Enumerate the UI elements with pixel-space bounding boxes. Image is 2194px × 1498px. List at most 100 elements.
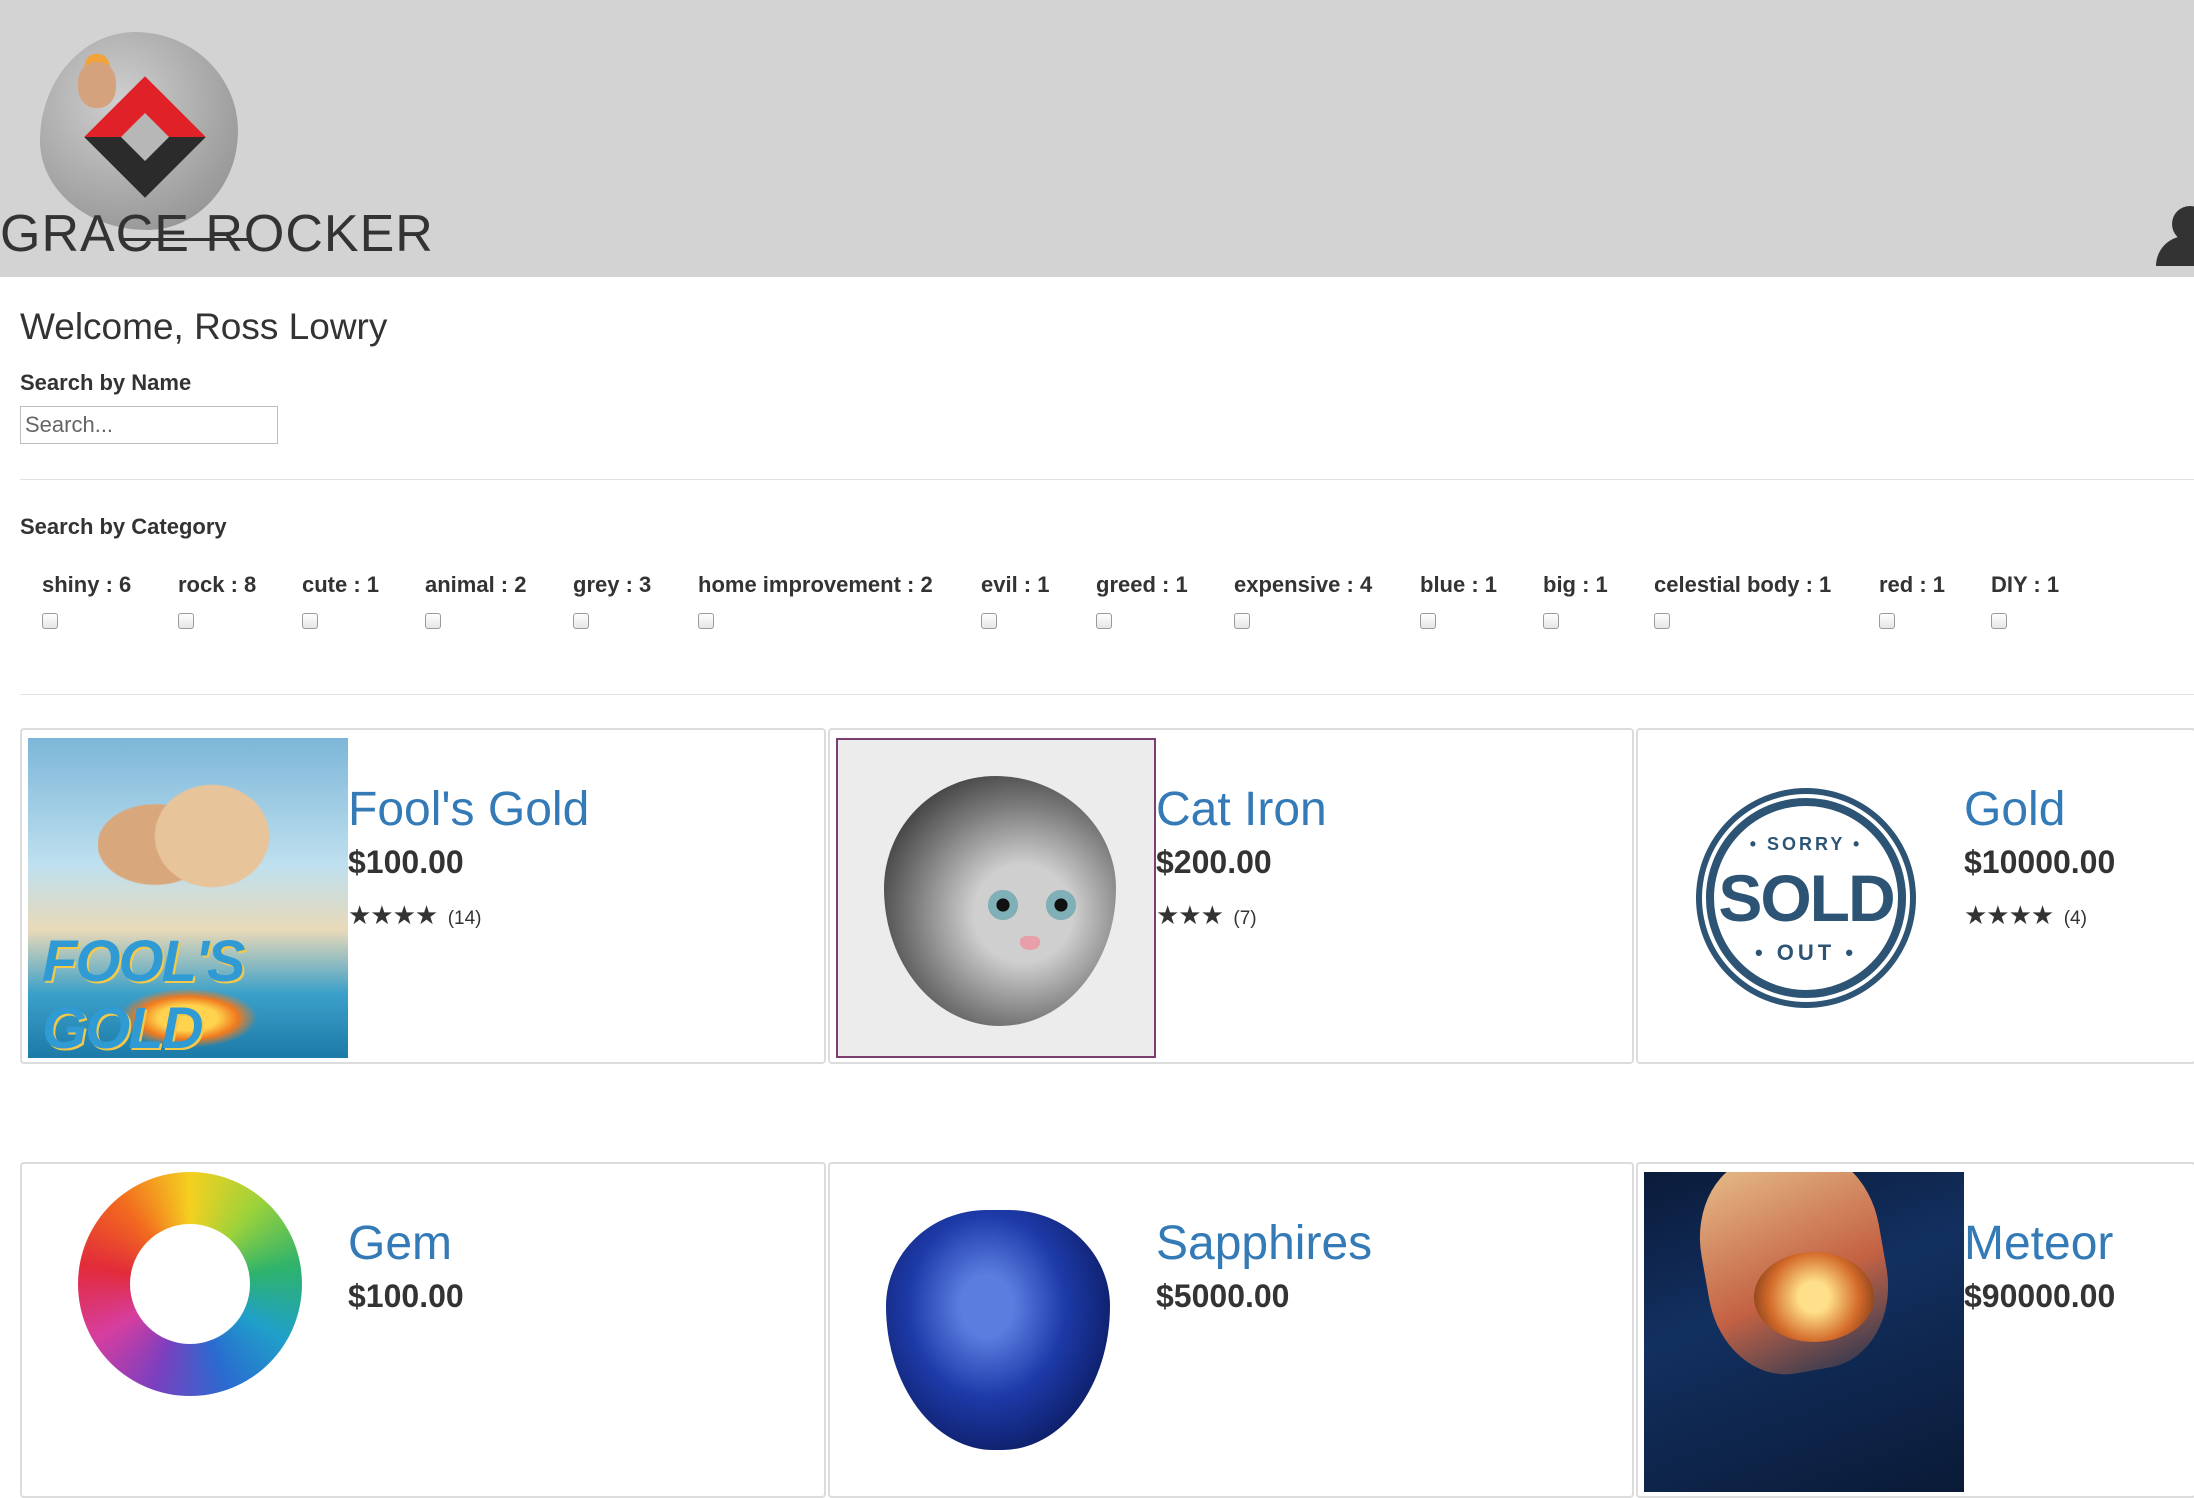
search-by-name-label: Search by Name xyxy=(20,370,192,395)
product-price: $100.00 xyxy=(348,1278,464,1314)
search-input[interactable] xyxy=(20,406,278,444)
category-label: blue : 1 xyxy=(1420,572,1498,597)
category-checkbox[interactable] xyxy=(981,613,997,629)
cat-eye xyxy=(1046,890,1076,920)
category-big: big : 1 xyxy=(1543,572,1608,629)
category-checkbox[interactable] xyxy=(1420,613,1436,629)
product-card[interactable]: Meteor $90000.00 xyxy=(1636,1162,2194,1498)
category-diy: DIY : 1 xyxy=(1991,572,2059,629)
product-card[interactable]: Cat Iron $200.00 ★★★ (7) xyxy=(828,728,1634,1064)
product-name[interactable]: Fool's Gold xyxy=(348,782,589,837)
category-celestial-body: celestial body : 1 xyxy=(1654,572,1831,629)
category-checkbox[interactable] xyxy=(1096,613,1112,629)
product-card[interactable]: Gem $100.00 xyxy=(20,1162,826,1498)
category-rock: rock : 8 xyxy=(178,572,256,629)
product-price: $100.00 xyxy=(348,844,464,880)
user-icon[interactable] xyxy=(2154,206,2194,266)
logo-face-icon xyxy=(78,62,116,108)
category-label: shiny : 6 xyxy=(42,572,132,597)
product-name[interactable]: Gold xyxy=(1964,782,2065,837)
category-label: cute : 1 xyxy=(302,572,380,597)
cat-eye xyxy=(988,890,1018,920)
search-by-category-label: Search by Category xyxy=(20,514,227,539)
product-image[interactable]: FOOL'S GOLD xyxy=(28,738,348,1058)
category-label: celestial body : 1 xyxy=(1654,572,1832,597)
product-rating: ★★★★ (4) xyxy=(1964,900,2087,931)
poster-figures xyxy=(98,768,288,938)
category-checkbox[interactable] xyxy=(42,613,58,629)
product-rating: ★★★★ (14) xyxy=(348,900,481,931)
product-name[interactable]: Sapphires xyxy=(1156,1216,1372,1271)
gem-center xyxy=(130,1224,250,1344)
category-home-improvement: home improvement : 2 xyxy=(698,572,933,629)
brand-title[interactable]: GRACE ROCKER xyxy=(0,204,434,264)
category-label: expensive : 4 xyxy=(1234,572,1373,597)
brand-strike-line xyxy=(120,238,250,241)
category-greed: greed : 1 xyxy=(1096,572,1188,629)
product-rating: ★★★ (7) xyxy=(1156,900,1257,931)
category-red: red : 1 xyxy=(1879,572,1945,629)
category-grey: grey : 3 xyxy=(573,572,651,629)
cat-nose xyxy=(1020,936,1040,950)
category-blue: blue : 1 xyxy=(1420,572,1497,629)
product-image[interactable] xyxy=(836,738,1156,1058)
category-checkbox[interactable] xyxy=(573,613,589,629)
logo[interactable] xyxy=(40,32,238,230)
category-evil: evil : 1 xyxy=(981,572,1049,629)
user-icon-body xyxy=(2156,236,2194,266)
product-name[interactable]: Meteor xyxy=(1964,1216,2113,1271)
product-name[interactable]: Gem xyxy=(348,1216,452,1271)
product-card[interactable]: FOOL'S GOLD Fool's Gold $100.00 ★★★★ (14… xyxy=(20,728,826,1064)
category-checkbox[interactable] xyxy=(425,613,441,629)
category-label: animal : 2 xyxy=(425,572,527,597)
category-label: home improvement : 2 xyxy=(698,572,933,597)
product-price: $10000.00 xyxy=(1964,844,2116,880)
sold-out-badge: • SORRY • SOLD • OUT • xyxy=(1706,798,1906,998)
category-label: big : 1 xyxy=(1543,572,1608,597)
product-name[interactable]: Cat Iron xyxy=(1156,782,1327,837)
category-checkbox[interactable] xyxy=(1654,613,1670,629)
meteor-body xyxy=(1754,1252,1874,1342)
category-cute: cute : 1 xyxy=(302,572,379,629)
category-checkbox[interactable] xyxy=(1879,613,1895,629)
product-price: $5000.00 xyxy=(1156,1278,1290,1314)
site-header: GRACE ROCKER xyxy=(0,0,2194,277)
review-count: (14) xyxy=(447,908,482,929)
review-count: (7) xyxy=(1233,908,1257,929)
product-image[interactable]: • SORRY • SOLD • OUT • xyxy=(1644,738,1964,1058)
poster-title: FOOL'S GOLD xyxy=(42,929,246,1058)
product-image[interactable] xyxy=(28,1172,348,1492)
divider xyxy=(20,479,2194,480)
sold-badge-top: • SORRY • xyxy=(1749,834,1863,854)
category-label: DIY : 1 xyxy=(1991,572,2060,597)
category-label: grey : 3 xyxy=(573,572,652,597)
product-price: $90000.00 xyxy=(1964,1278,2116,1314)
sold-badge-main: SOLD xyxy=(1718,861,1895,935)
product-card[interactable]: Sapphires $5000.00 xyxy=(828,1162,1634,1498)
category-label: evil : 1 xyxy=(981,572,1050,597)
category-expensive: expensive : 4 xyxy=(1234,572,1372,629)
sold-badge-bottom: • OUT • xyxy=(1754,940,1858,965)
review-count: (4) xyxy=(2063,908,2087,929)
category-label: red : 1 xyxy=(1879,572,1946,597)
category-checkbox[interactable] xyxy=(1991,613,2007,629)
welcome-message: Welcome, Ross Lowry xyxy=(20,306,388,347)
brand-title-text: GRACE ROCKER xyxy=(0,205,434,263)
product-image[interactable] xyxy=(1644,1172,1964,1492)
sapphire-image xyxy=(886,1210,1110,1450)
product-image[interactable] xyxy=(836,1172,1156,1492)
category-checkbox[interactable] xyxy=(1234,613,1250,629)
category-checkbox[interactable] xyxy=(178,613,194,629)
star-rating-icon: ★★★★ xyxy=(1964,900,2054,930)
category-checkbox[interactable] xyxy=(302,613,318,629)
category-label: rock : 8 xyxy=(178,572,257,597)
category-shiny: shiny : 6 xyxy=(42,572,131,629)
star-rating-icon: ★★★★ xyxy=(348,900,438,930)
gem-image xyxy=(78,1172,302,1396)
category-animal: animal : 2 xyxy=(425,572,526,629)
category-label: greed : 1 xyxy=(1096,572,1188,597)
product-price: $200.00 xyxy=(1156,844,1272,880)
product-card[interactable]: • SORRY • SOLD • OUT • Gold $10000.00 ★★… xyxy=(1636,728,2194,1064)
category-checkbox[interactable] xyxy=(1543,613,1559,629)
category-checkbox[interactable] xyxy=(698,613,714,629)
